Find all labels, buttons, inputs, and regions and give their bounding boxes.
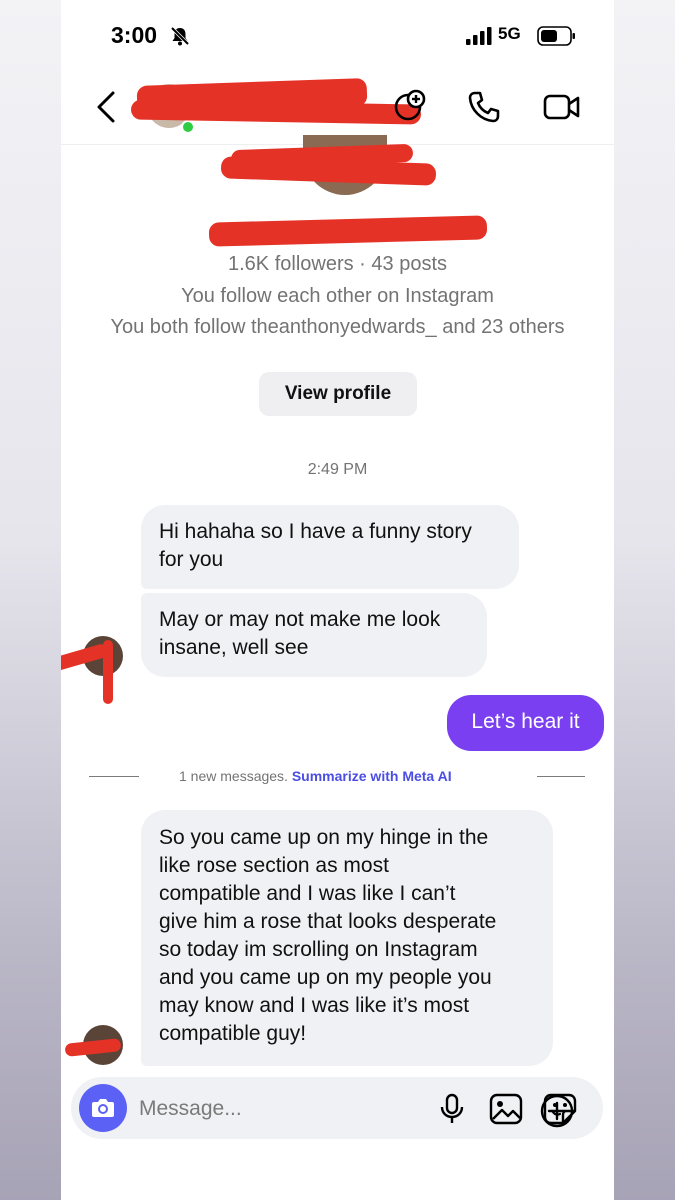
camera-icon	[92, 1099, 114, 1117]
chat-screen: 3:00 5G 1.6K followers · 43 posts You fo…	[61, 0, 614, 1200]
outgoing-message[interactable]: Let’s hear it	[447, 695, 604, 751]
add-effect-icon[interactable]	[391, 88, 427, 129]
phone-icon[interactable]	[467, 90, 501, 129]
back-icon[interactable]	[95, 90, 117, 129]
status-bar: 3:00 5G	[61, 0, 614, 72]
incoming-message[interactable]: May or may not make me look insane, well…	[141, 593, 487, 677]
new-messages-text: 1 new messages.	[179, 768, 288, 784]
mutual-follow-text: You follow each other on Instagram	[181, 285, 494, 307]
view-profile-button[interactable]: View profile	[259, 372, 417, 416]
camera-button[interactable]	[79, 1084, 127, 1132]
signal-icon	[466, 27, 494, 50]
message-line: and you came up on my people you	[159, 966, 492, 989]
message-line: like rose section as most	[159, 854, 389, 877]
message-input[interactable]	[137, 1089, 361, 1129]
redaction-mark	[103, 640, 113, 704]
message-line: insane, well see	[159, 636, 309, 659]
status-time: 3:00	[111, 22, 158, 48]
message-line: compatible and I was like I can’t	[159, 882, 456, 905]
message-line: give him a rose that looks desperate	[159, 910, 497, 933]
message-composer	[71, 1077, 603, 1139]
message-line: May or may not make me look	[159, 608, 441, 631]
message-timestamp: 2:49 PM	[307, 461, 368, 478]
online-status-dot	[181, 120, 195, 134]
message-line: may know and I was like it’s most	[159, 994, 470, 1017]
summarize-meta-ai-link[interactable]: Summarize with Meta AI	[292, 768, 452, 784]
divider-line	[537, 776, 585, 777]
new-messages-divider: 1 new messages. Summarize with Meta AI	[179, 768, 452, 784]
message-line: So you came up on my hinge in the	[159, 826, 489, 849]
redaction-mark	[208, 215, 488, 247]
bell-off-icon	[169, 25, 191, 52]
message-line: compatible guy!	[159, 1022, 307, 1045]
message-line: so today im scrolling on Instagram	[159, 938, 478, 961]
battery-icon	[537, 26, 577, 51]
divider-line	[89, 776, 139, 777]
message-line: Hi hahaha so I have a funny story	[159, 520, 472, 543]
profile-stats: 1.6K followers · 43 posts	[228, 253, 447, 275]
message-line: for you	[159, 548, 224, 571]
message-text: Let’s hear it	[471, 710, 580, 733]
plus-icon[interactable]	[540, 1094, 574, 1133]
microphone-icon[interactable]	[439, 1093, 465, 1130]
gallery-icon[interactable]	[489, 1093, 523, 1130]
incoming-message[interactable]: Hi hahaha so I have a funny story for yo…	[141, 505, 519, 589]
mutual-followers-text: You both follow theanthonyedwards_ and 2…	[110, 316, 565, 338]
network-type: 5G	[498, 24, 521, 43]
incoming-message[interactable]: So you came up on my hinge in the like r…	[141, 810, 553, 1066]
video-icon[interactable]	[543, 92, 581, 127]
